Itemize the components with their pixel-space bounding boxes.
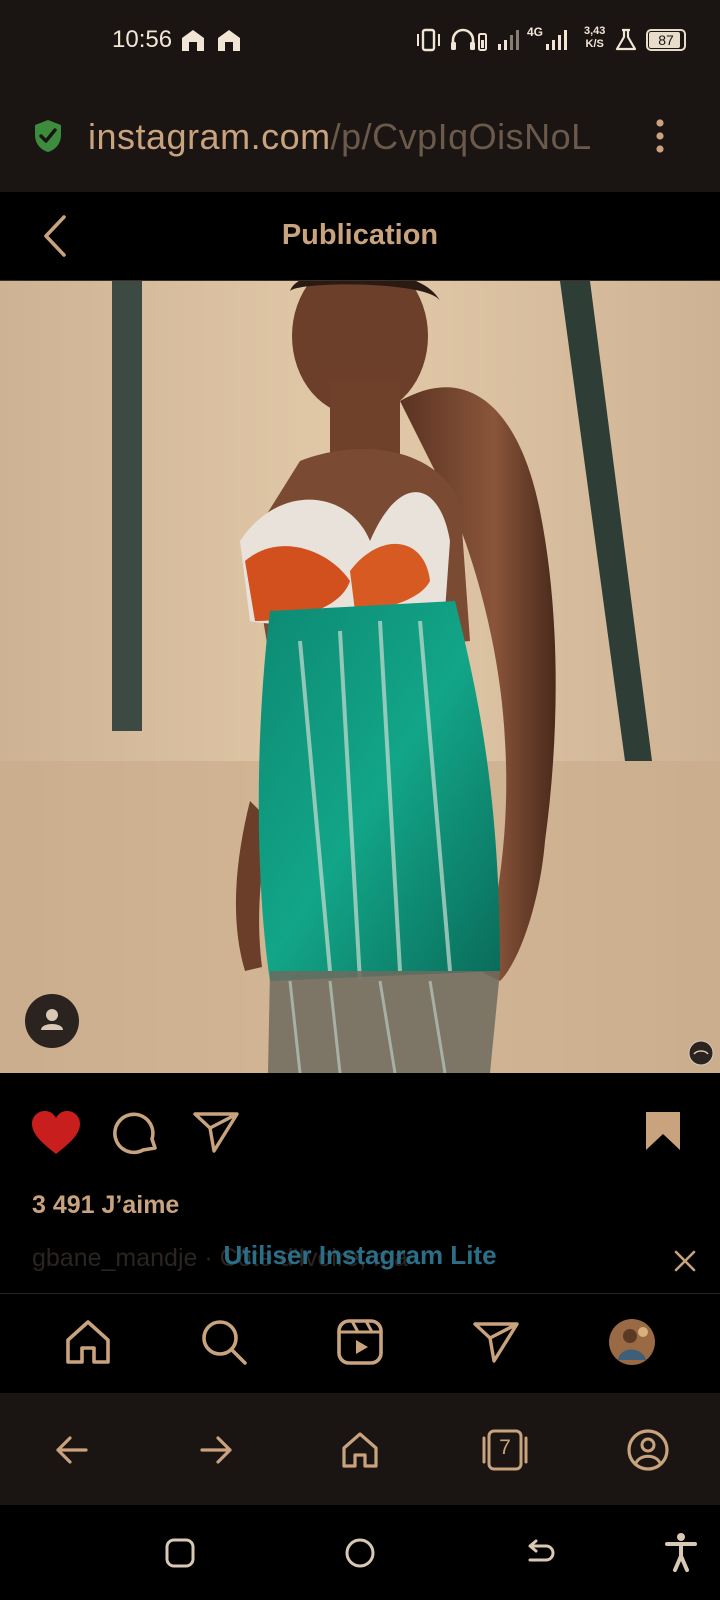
watermark-logo — [688, 1040, 714, 1066]
comment-icon[interactable] — [112, 1109, 160, 1157]
search-icon[interactable] — [200, 1318, 248, 1366]
battery-level: 87 — [658, 32, 674, 48]
battery-indicator: 87 — [646, 29, 686, 51]
network-speed-value: 3,43 — [584, 25, 606, 37]
like-count[interactable]: 3 491 J’aime — [32, 1191, 179, 1220]
signal-icon — [546, 30, 567, 50]
accessibility-icon[interactable] — [664, 1532, 698, 1572]
page-title: Publication — [281, 219, 439, 251]
system-home-icon[interactable] — [344, 1537, 376, 1569]
url-path: /p/CvpIqOisNoL — [330, 116, 592, 157]
share-send-icon[interactable] — [192, 1110, 240, 1154]
secure-shield-icon[interactable] — [32, 118, 64, 154]
network-speed-unit: K/S — [585, 38, 604, 50]
network-speed: 3,43 K/S — [584, 25, 605, 51]
tab-count: 7 — [499, 1436, 511, 1459]
use-instagram-lite-link[interactable]: Utiliser Instagram Lite — [0, 1240, 720, 1271]
close-icon[interactable] — [673, 1249, 697, 1273]
browser-home-icon[interactable] — [340, 1430, 380, 1470]
headset-battery-icon — [451, 28, 487, 51]
more-menu-icon[interactable] — [654, 118, 666, 154]
direct-messages-icon[interactable] — [472, 1320, 520, 1364]
post-image — [0, 281, 720, 1073]
account-icon[interactable] — [626, 1428, 670, 1472]
browser-back-icon[interactable] — [52, 1430, 92, 1470]
browser-forward-icon[interactable] — [196, 1430, 236, 1470]
like-heart-icon[interactable] — [30, 1110, 82, 1156]
recents-icon[interactable] — [164, 1537, 196, 1569]
post-photo[interactable] — [0, 281, 720, 1073]
home-icon[interactable] — [64, 1318, 112, 1366]
home-notification-icon — [182, 30, 204, 51]
vibrate-icon — [417, 28, 440, 52]
tagged-user-icon[interactable] — [24, 993, 80, 1049]
url-domain: instagram.com — [88, 116, 331, 157]
system-back-icon[interactable] — [524, 1537, 556, 1569]
url-text[interactable]: instagram.com/p/CvpIqOisNoL — [88, 116, 633, 158]
flask-icon — [615, 28, 637, 51]
status-time: 10:56 — [112, 26, 173, 53]
profile-avatar[interactable] — [608, 1318, 656, 1366]
bookmark-icon[interactable] — [644, 1110, 682, 1152]
signal-icon — [498, 30, 519, 50]
reels-icon[interactable] — [336, 1318, 384, 1366]
home-notification-icon — [218, 30, 240, 51]
status-bar — [0, 0, 720, 82]
